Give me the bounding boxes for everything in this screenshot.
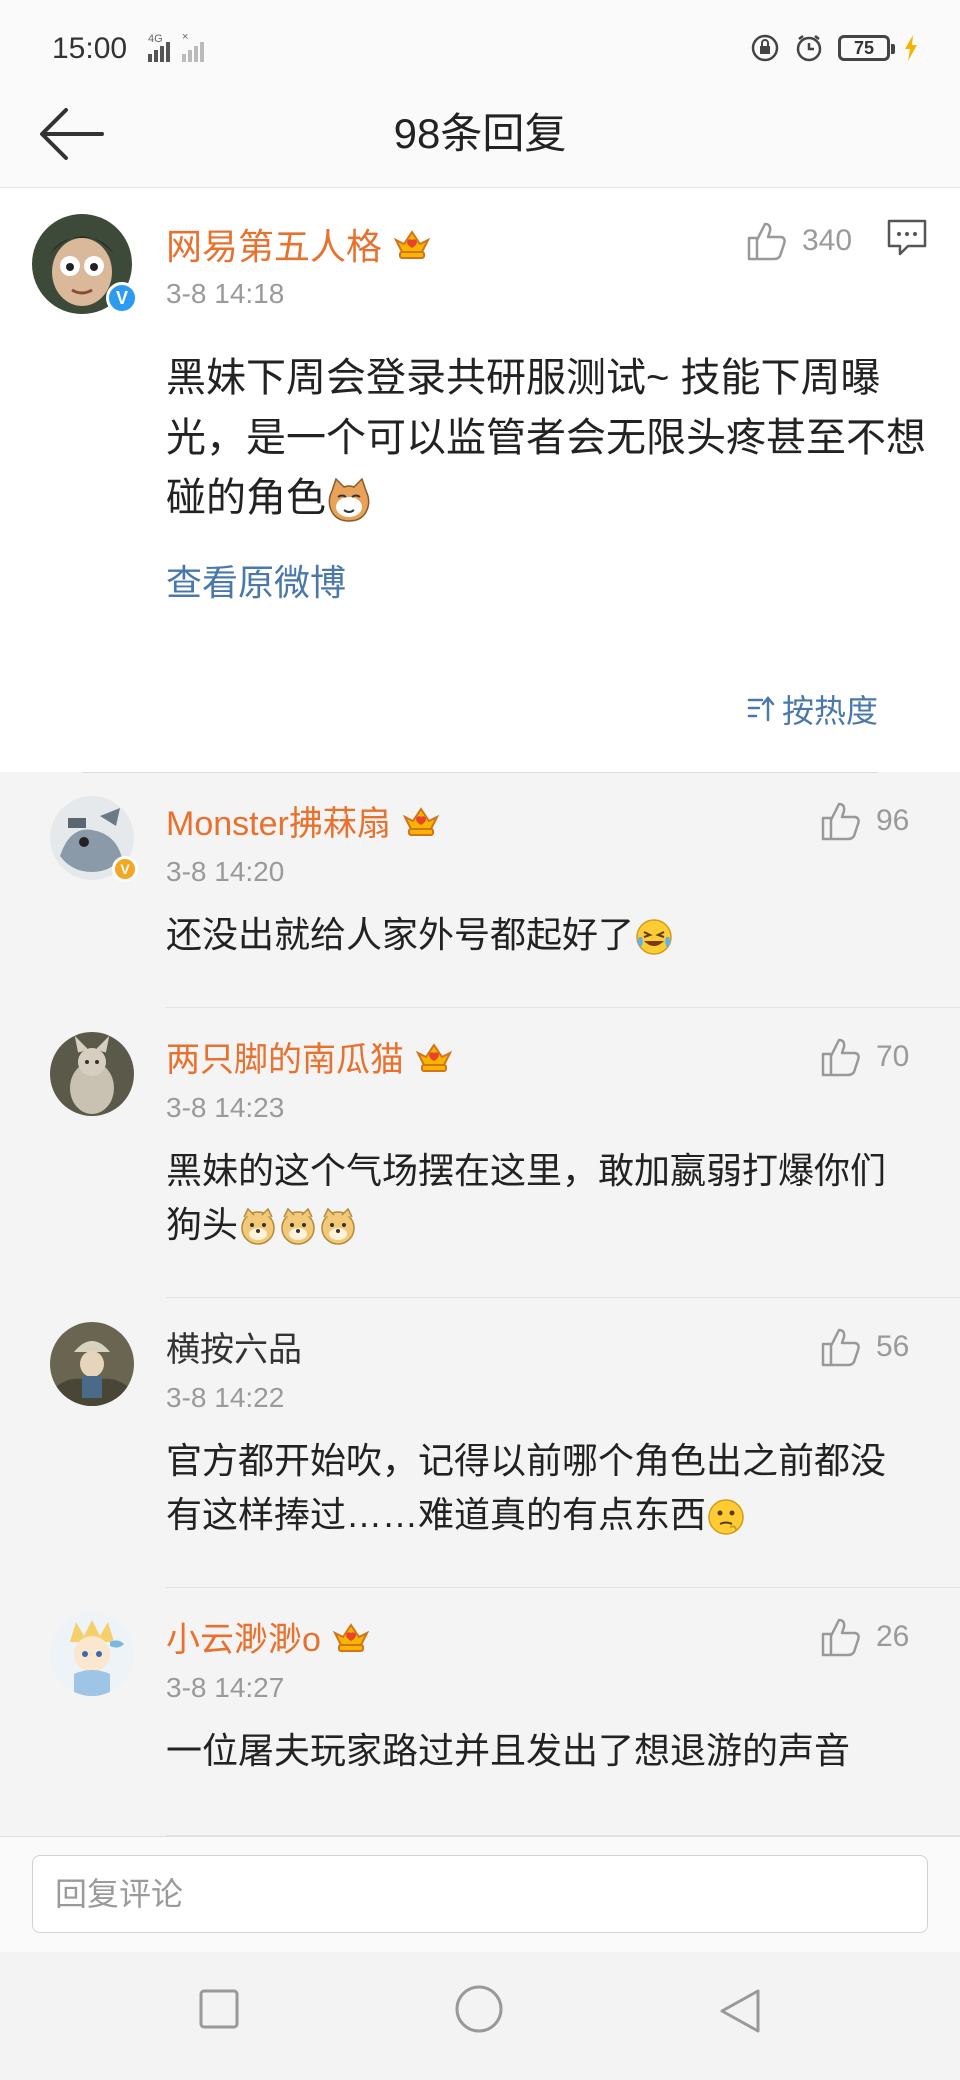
comment-text: 还没出就给人家外号都起好了	[166, 908, 906, 962]
comment-text: 一位屠夫玩家路过并且发出了想退游的声音	[166, 1724, 906, 1778]
post-timestamp: 3-8 14:18	[166, 278, 285, 309]
comment-username[interactable]: 横按六品	[166, 1322, 302, 1371]
comment-like-count: 96	[876, 804, 910, 837]
verified-icon: V	[106, 282, 138, 314]
doge-emoji-icon	[241, 1208, 355, 1246]
battery-indicator: 75	[838, 35, 895, 61]
lock-rotation-icon	[751, 34, 779, 62]
comment-username[interactable]: 两只脚的南瓜猫	[166, 1032, 454, 1081]
reply-input[interactable]	[32, 1855, 928, 1933]
vip-crown-icon	[415, 1042, 453, 1072]
comment-text-content: 官方都开始吹，记得以前哪个角色出之前都没有这样捧过……难道真的有点东西	[166, 1440, 887, 1535]
system-nav-bar	[0, 1952, 960, 2080]
thumb-up-icon	[747, 222, 786, 261]
thumb-up-icon	[821, 1618, 860, 1657]
comment-text: 黑妹的这个气场摆在这里，敢加嬴弱打爆你们狗头	[166, 1144, 906, 1252]
comment-timestamp: 3-8 14:20	[166, 856, 285, 887]
comment-icon	[887, 219, 927, 256]
post-author[interactable]: 网易第五人格	[166, 218, 432, 270]
comment-text-content: 一位屠夫玩家路过并且发出了想退游的声音	[166, 1730, 851, 1771]
avatar[interactable]: V	[50, 796, 138, 882]
status-bar: 15:00 4G × 75	[0, 0, 960, 80]
triangle-back-icon	[720, 1989, 760, 2033]
avatar[interactable]	[50, 1612, 134, 1696]
vip-crown-icon	[402, 806, 440, 836]
system-back-button[interactable]	[718, 1988, 762, 2039]
view-original-link[interactable]: 查看原微博	[166, 554, 346, 606]
comment-text-content: 还没出就给人家外号都起好了	[166, 914, 635, 955]
signal-icon: 4G ×	[148, 31, 204, 62]
svg-text:×: ×	[182, 31, 188, 43]
network-type: 4G	[148, 33, 163, 45]
comment-timestamp: 3-8 14:27	[166, 1672, 285, 1703]
alarm-icon	[796, 35, 822, 62]
comment-like-button[interactable]: 70	[820, 1036, 909, 1078]
sort-icon	[747, 696, 775, 722]
nav-bar: 98条回复	[0, 80, 960, 188]
comment-item: 小云渺渺o 3-8 14:27 26 一位屠夫玩家路过并且发出了想退游的声音	[0, 1588, 960, 1836]
comment-timestamp: 3-8 14:23	[166, 1092, 285, 1123]
comment-item: 横按六品 3-8 14:22 56 官方都开始吹，记得以前哪个角色出之前都没有这…	[0, 1298, 960, 1588]
square-icon	[199, 1989, 239, 2029]
comment-like-count: 56	[876, 1330, 910, 1363]
post-like-button[interactable]: 340	[746, 220, 852, 262]
laughing-tears-emoji-icon	[636, 919, 672, 956]
comment-item: V Monster拂菻扇 3-8 14:20 96 还没出就给人家外号都起好了	[0, 772, 960, 1008]
comment-username-text: 小云渺渺o	[166, 1621, 321, 1659]
main-post: V 网易第五人格 3-8 14:18 340 黑妹下周会登录共研服测试~ 技能下…	[0, 188, 960, 772]
comment-text: 官方都开始吹，记得以前哪个角色出之前都没有这样捧过……难道真的有点东西	[166, 1434, 906, 1542]
comment-like-button[interactable]: 96	[820, 800, 909, 842]
thinking-emoji-icon	[708, 1499, 744, 1536]
comment-username-text: Monster拂菻扇	[166, 805, 391, 843]
avatar[interactable]: V	[32, 214, 138, 314]
home-button[interactable]	[454, 1984, 504, 2039]
comment-username[interactable]: Monster拂菻扇	[166, 796, 441, 845]
thumb-up-icon	[821, 1038, 860, 1077]
post-author-name: 网易第五人格	[166, 226, 383, 267]
comment-button[interactable]	[886, 218, 928, 263]
verified-icon: V	[112, 856, 138, 882]
avatar[interactable]	[50, 1032, 134, 1116]
comment-item: 两只脚的南瓜猫 3-8 14:23 70 黑妹的这个气场摆在这里，敢加嬴弱打爆你…	[0, 1008, 960, 1298]
avatar[interactable]	[50, 1322, 134, 1406]
sort-label: 按热度	[781, 693, 878, 729]
reply-bar	[0, 1836, 960, 1952]
comment-like-count: 26	[876, 1620, 910, 1653]
battery-level: 75	[853, 37, 875, 58]
comment-username[interactable]: 小云渺渺o	[166, 1612, 371, 1661]
charging-icon	[905, 35, 917, 61]
thumb-up-icon	[821, 1328, 860, 1367]
comment-like-count: 70	[876, 1040, 910, 1073]
post-text-content: 黑妹下周会登录共研服测试~ 技能下周曝光，是一个可以监管者会无限头疼甚至不想碰的…	[166, 356, 926, 520]
status-time: 15:00	[52, 32, 128, 65]
post-like-count: 340	[802, 224, 853, 257]
comment-like-button[interactable]: 26	[820, 1616, 909, 1658]
status-indicators: 75	[750, 30, 918, 66]
recent-apps-button[interactable]	[198, 1988, 240, 2035]
circle-icon	[455, 1985, 503, 2033]
page-title: 98条回复	[393, 110, 567, 157]
comment-timestamp: 3-8 14:22	[166, 1382, 285, 1413]
vip-crown-icon	[393, 230, 431, 259]
vip-crown-icon	[332, 1622, 370, 1652]
comment-username-text: 两只脚的南瓜猫	[166, 1041, 404, 1079]
sort-button[interactable]: 按热度	[746, 686, 878, 732]
comment-username-text: 横按六品	[166, 1331, 302, 1369]
comment-like-button[interactable]: 56	[820, 1326, 909, 1368]
thumb-up-icon	[821, 802, 860, 841]
comment-list: V Monster拂菻扇 3-8 14:20 96 还没出就给人家外号都起好了	[0, 772, 960, 1836]
cat-emoji-icon	[328, 478, 370, 523]
post-text: 黑妹下周会登录共研服测试~ 技能下周曝光，是一个可以监管者会无限头疼甚至不想碰的…	[166, 348, 926, 528]
